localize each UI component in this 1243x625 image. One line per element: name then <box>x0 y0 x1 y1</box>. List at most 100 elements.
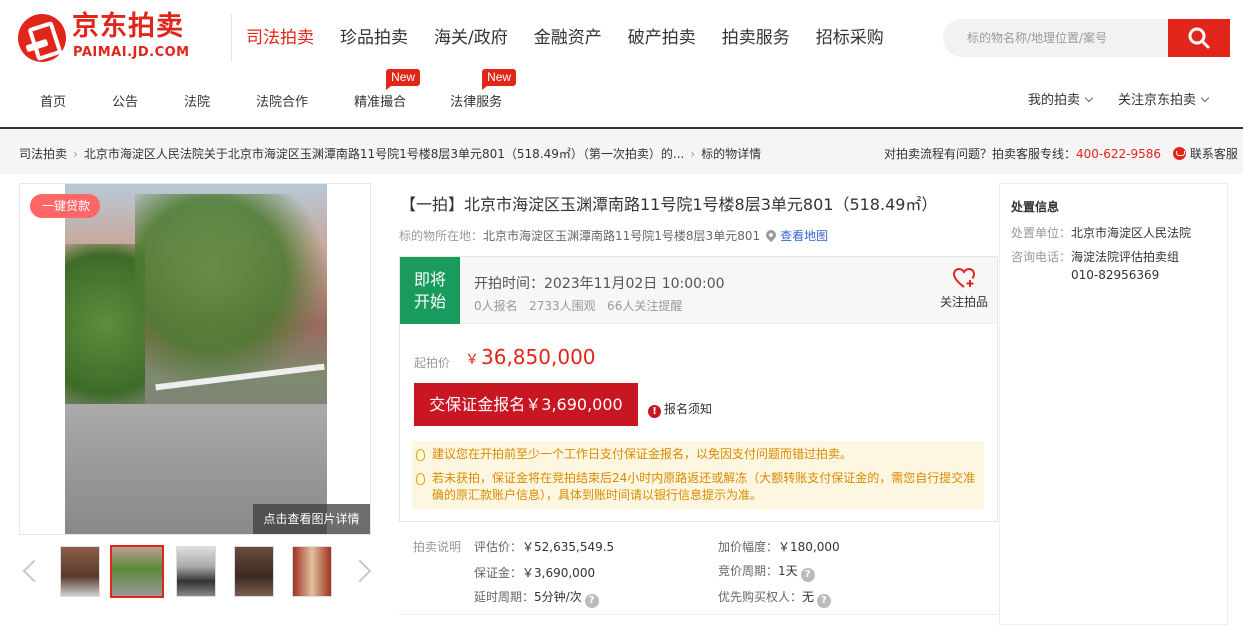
contact-label: 联系客服 <box>1189 147 1238 161</box>
subnav-home[interactable]: 首页 <box>40 91 66 110</box>
breadcrumb-sep: › <box>690 147 696 161</box>
bid-increment: 加价幅度：￥180,000 <box>718 538 840 555</box>
follow-menu[interactable]: 关注京东拍卖 <box>1118 89 1210 108</box>
tip-text: 建议您在开拍前至少一个工作日支付保证金报名，以免因支付问题而错过拍卖。 <box>432 447 853 461</box>
my-auction-menu[interactable]: 我的拍卖 <box>1028 89 1094 108</box>
location-value: 北京市海淀区玉渊潭南路11号院1号楼8层3单元801 <box>483 229 761 243</box>
nav-customs[interactable]: 海关/政府 <box>434 27 508 49</box>
thumbnail[interactable] <box>292 546 332 597</box>
detail-value: 010-82956369 <box>1071 268 1160 282</box>
search-box <box>943 19 1230 57</box>
main-photo[interactable] <box>65 184 327 534</box>
thumbnail[interactable] <box>176 546 216 597</box>
subnav-legal[interactable]: 法律服务 New <box>450 69 517 110</box>
alert-icon: ! <box>648 405 661 418</box>
thumbnail[interactable] <box>234 546 274 597</box>
detail-value: ￥180,000 <box>778 540 840 554</box>
nav-service[interactable]: 拍卖服务 <box>722 27 790 49</box>
view-photo-detail[interactable]: 点击查看图片详情 <box>253 504 370 534</box>
nav-judicial[interactable]: 司法拍卖 <box>246 27 314 49</box>
breadcrumb-current: 标的物详情 <box>701 147 762 161</box>
pay-deposit-button[interactable]: 交保证金报名￥3,690,000 <box>414 383 638 426</box>
help-text: 对拍卖流程有问题？拍卖客服专线： <box>884 147 1077 161</box>
delay-cycle: 延时周期：5分钟/次? <box>474 588 599 608</box>
thumbnail[interactable] <box>60 546 100 597</box>
detail-label: 处置单位： <box>1011 226 1072 240</box>
new-badge: New <box>386 69 421 90</box>
nav-bankruptcy[interactable]: 破产拍卖 <box>628 27 696 49</box>
status-line: 开始 <box>413 292 446 311</box>
service-icon <box>1172 147 1186 160</box>
detail-value: ￥52,635,549.5 <box>522 540 615 554</box>
heart-plus-icon <box>952 267 976 288</box>
contact-service[interactable]: 联系客服 <box>1172 147 1238 161</box>
subnav-matching[interactable]: 精准撮合 New <box>354 69 421 110</box>
logo-divider <box>231 14 232 62</box>
view-map-link[interactable]: 查看地图 <box>780 229 828 243</box>
jd-auction-logo-icon[interactable] <box>18 14 66 62</box>
details-section-label: 拍卖说明 <box>413 540 462 554</box>
bulb-icon <box>416 473 425 485</box>
subnav-court[interactable]: 法院 <box>184 91 210 110</box>
bulb-icon <box>416 449 425 461</box>
top-nav: 司法拍卖 珍品拍卖 海关/政府 金融资产 破产拍卖 拍卖服务 招标采购 <box>246 27 910 49</box>
registration-notice-link[interactable]: ! 报名须知 <box>648 400 712 418</box>
priority-buyer: 优先购买权人：无? <box>718 588 832 608</box>
main-photo-frame[interactable] <box>19 183 371 535</box>
help-line: 对拍卖流程有问题？拍卖客服专线：400-622-9586 联系客服 <box>884 145 1238 162</box>
start-time: 开拍时间：2023年11月02日 10:00:00 <box>474 276 725 292</box>
detail-value: 北京市海淀区人民法院 <box>1071 226 1192 240</box>
panel-title: 处置信息 <box>1011 200 1060 214</box>
detail-label: 保证金： <box>474 566 523 580</box>
nav-tender[interactable]: 招标采购 <box>816 27 884 49</box>
subnav-matching-label: 精准撮合 <box>354 95 407 110</box>
currency-symbol: ￥ <box>465 352 479 368</box>
follow-item-button[interactable]: 关注拍品 <box>934 267 994 310</box>
item-location: 标的物所在地：北京市海淀区玉渊潭南路11号院1号楼8层3单元801 查看地图 <box>399 227 828 244</box>
logo-text[interactable]: 京东拍卖 <box>72 12 184 42</box>
detail-value: 无 <box>802 590 815 604</box>
sub-nav: 首页 公告 法院 法院合作 精准撮合 New 法律服务 New <box>40 69 517 110</box>
detail-label: 竞价周期： <box>718 564 779 578</box>
notice-label: 报名须知 <box>664 402 713 416</box>
breadcrumb-root[interactable]: 司法拍卖 <box>19 147 67 161</box>
disposal-unit: 处置单位：北京市海淀区人民法院 <box>1011 224 1191 241</box>
loan-tag[interactable]: 一键贷款 <box>30 194 101 218</box>
search-button[interactable] <box>1168 19 1230 57</box>
thumbnail-selected[interactable] <box>110 545 164 598</box>
nav-financial[interactable]: 金融资产 <box>534 27 602 49</box>
tips-box: 建议您在开拍前至少一个工作日支付保证金报名，以免因支付问题而错过拍卖。 若未获拍… <box>412 441 984 509</box>
location-label: 标的物所在地： <box>399 229 484 243</box>
search-input[interactable] <box>943 19 1168 57</box>
thumb-prev-icon[interactable] <box>20 557 38 585</box>
item-title: 【一拍】北京市海淀区玉渊潭南路11号院1号楼8层3单元801（518.49㎡） <box>400 195 938 214</box>
chevron-down-icon <box>1084 93 1094 103</box>
logo-domain[interactable]: PAIMAI.JD.COM <box>73 45 190 60</box>
breadcrumb: 司法拍卖 › 北京市海淀区人民法院关于北京市海淀区玉渊潭南路11号院1号楼8层3单元… <box>19 145 761 162</box>
detail-label: 评估价： <box>474 540 523 554</box>
detail-label: 优先购买权人： <box>718 590 803 604</box>
breadcrumb-item[interactable]: 北京市海淀区人民法院关于北京市海淀区玉渊潭南路11号院1号楼8层3单元801（5… <box>84 147 685 161</box>
search-icon <box>1188 27 1210 49</box>
appraisal-price: 评估价：￥52,635,549.5 <box>474 538 614 555</box>
photo-detail <box>135 194 325 394</box>
section-divider <box>399 614 998 615</box>
thumb-next-icon[interactable] <box>354 557 372 585</box>
new-badge: New <box>482 69 517 90</box>
map-pin-icon <box>764 227 779 243</box>
help-icon[interactable]: ? <box>584 594 599 608</box>
detail-value: 海淀法院评估拍卖组 <box>1071 250 1180 264</box>
detail-value: 5分钟/次 <box>534 590 582 604</box>
item-stats: 0人报名 2733人围观 66人关注提醒 <box>474 299 683 313</box>
help-icon[interactable]: ? <box>800 568 815 582</box>
price-label: 起拍价 <box>414 356 451 370</box>
chevron-down-icon <box>1200 93 1210 103</box>
detail-label: 延时周期： <box>474 590 535 604</box>
status-line: 即将 <box>413 270 446 289</box>
subnav-court-coop[interactable]: 法院合作 <box>256 91 308 110</box>
nav-treasure[interactable]: 珍品拍卖 <box>340 27 408 49</box>
help-icon[interactable]: ? <box>817 594 832 608</box>
start-price: ￥ 36,850,000 <box>465 345 596 369</box>
consult-phone: 咨询电话：海淀法院评估拍卖组 <box>1011 248 1179 265</box>
subnav-notice[interactable]: 公告 <box>112 91 138 110</box>
